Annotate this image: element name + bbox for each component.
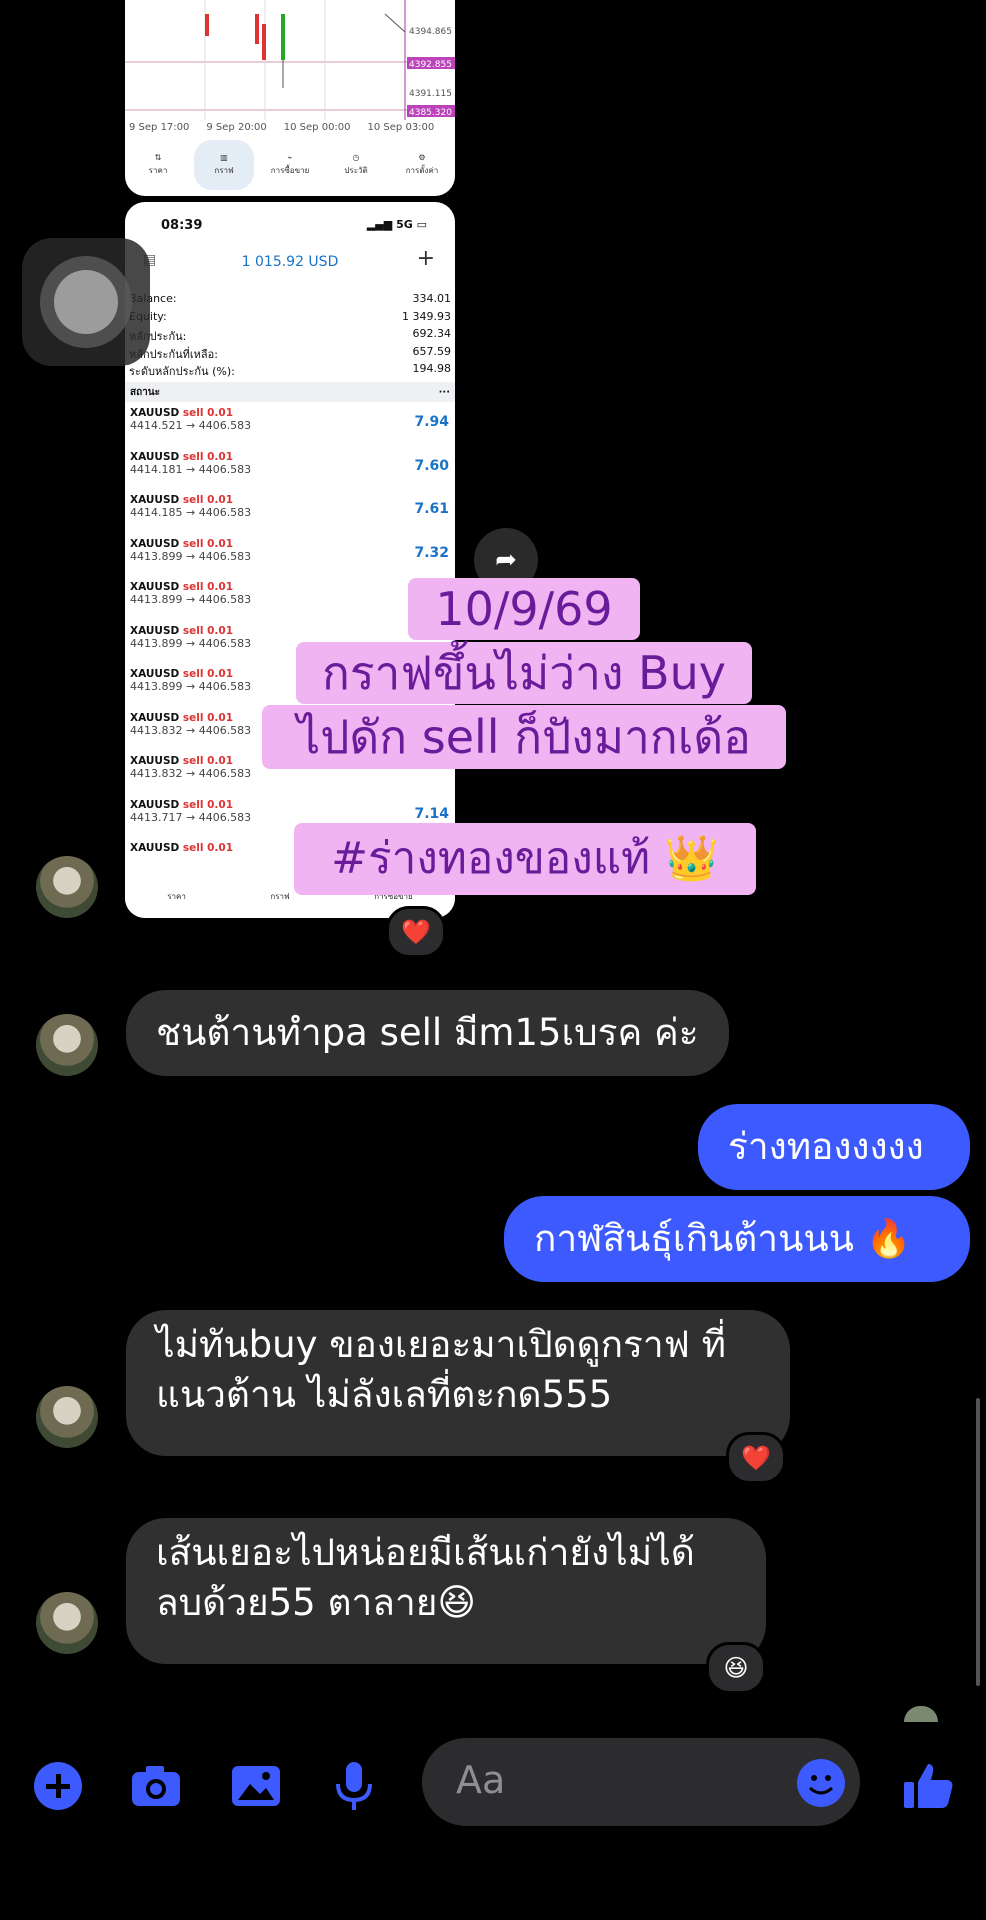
account-row: Equity:1 349.93: [129, 310, 451, 328]
price-label: 4392.855: [409, 60, 452, 70]
account-value: 334.01: [412, 292, 452, 305]
status-time: 08:39: [161, 218, 203, 233]
tab-label: การซื้อขาย: [270, 166, 310, 175]
tab-quotes[interactable]: ⇅ ราคา: [128, 140, 188, 190]
time-label: 10 Sep 00:00: [283, 122, 351, 133]
message-line: ไม่ทันbuy ของเยอะมาเปิดดูกราฟ ที่: [156, 1323, 727, 1366]
message-bubble[interactable]: เส้นเยอะไปหน่อยมีเส้นเก่ายังไม่ได้ ลบด้ว…: [126, 1518, 766, 1664]
account-row: หลักประกันที่เหลือ: 657.59: [129, 345, 451, 363]
message-bubble[interactable]: ร่างทองงงงง: [698, 1104, 970, 1190]
price-label: 4391.115: [409, 89, 452, 99]
network-label: 5G: [396, 218, 413, 231]
thumbs-up-icon[interactable]: [900, 1758, 956, 1814]
account-summary: Balance:334.01 Equity:1 349.93 หลักประกั…: [129, 292, 451, 380]
account-row: Balance: 334.01: [129, 292, 451, 310]
trade-row: XAUUSD sell 0.01 4413.899 → 4406.583 7.32: [130, 537, 449, 563]
mt-tab-bar: ⇅ ราคา ▥ กราฟ ⌁ การซื้อขาย ◷ ประวัติ ⚙ การตั้…: [125, 140, 455, 190]
tab-settings[interactable]: ⚙ การตั้งค่า: [392, 140, 452, 190]
avatar[interactable]: [36, 1386, 98, 1448]
tab-label: ราคา: [148, 166, 168, 175]
account-row: หลักประกัน: 692.34: [129, 327, 451, 345]
avatar[interactable]: [36, 1592, 98, 1654]
arrows-updown-icon: ⇅: [154, 153, 162, 162]
heart-reaction[interactable]: ❤️: [726, 1432, 786, 1484]
positions-label: สถานะ: [130, 386, 160, 398]
gallery-icon[interactable]: [228, 1758, 284, 1814]
trade-screenshot[interactable]: 08:39 ▂▄▆ 5G ▭ ▤ 1 015.92 USD + Balance:…: [125, 202, 455, 918]
clock-icon: ◷: [352, 153, 360, 162]
tab-chart[interactable]: กราฟ: [270, 890, 289, 903]
time-label: 9 Sep 20:00: [206, 122, 267, 133]
gear-icon: ⚙: [418, 153, 426, 162]
candlestick-chart: 4394.865 4392.855 4391.115 4385.320: [125, 0, 455, 120]
time-axis: 9 Sep 17:00 9 Sep 20:00 10 Sep 00:00 10 …: [129, 122, 434, 133]
balance-title: 1 015.92 USD: [241, 254, 339, 270]
message-placeholder: Aa: [456, 1758, 506, 1802]
tab-label: ประวัติ: [344, 166, 368, 175]
tab-trade[interactable]: ⌁ การซื้อขาย: [260, 140, 320, 190]
overlay-hashtag: #ร่างทองของแท้ 👑: [294, 823, 756, 895]
time-label: 10 Sep 03:00: [367, 122, 435, 133]
emoji-icon[interactable]: [796, 1758, 846, 1808]
positions-header: สถานะ ···: [125, 382, 455, 402]
price-label: 4385.320: [409, 108, 452, 118]
signal-icon: ▂▄▆: [366, 218, 397, 231]
trade-row: XAUUSD sell 0.01 4414.521 → 4406.583 7.94: [130, 407, 449, 432]
overlay-line: ไปดัก sell ก็ปังมากเด้อ: [262, 705, 786, 769]
message-bubble[interactable]: กาฬสินธุ์เกินต้านนน 🔥: [504, 1196, 970, 1282]
account-value: 692.34: [412, 327, 452, 340]
overlay-line: กราฟขึ้นไม่ว่าง Buy: [296, 642, 752, 704]
account-row: ระดับหลักประกัน (%): 194.98: [129, 362, 451, 380]
message-bubble[interactable]: ชนต้านทำpa sell มีm15เบรค ค่ะ: [126, 990, 729, 1076]
message-line: ลบด้วย55 ตาลาย😆: [156, 1581, 476, 1624]
message-bubble[interactable]: ไม่ทันbuy ของเยอะมาเปิดดูกราฟ ที่ แนวต้า…: [126, 1310, 790, 1456]
message-line: แนวต้าน ไม่ลังเลที่ตะกด555: [156, 1373, 613, 1416]
time-label: 9 Sep 17:00: [129, 122, 190, 133]
avatar[interactable]: [36, 856, 98, 918]
candles-icon: ▥: [220, 153, 228, 162]
trade-row: XAUUSD sell 0.01 4414.185 → 4406.583 7.61: [130, 494, 449, 519]
tab-quotes[interactable]: ราคา: [167, 890, 186, 903]
chart-screenshot[interactable]: 4394.865 4392.855 4391.115 4385.320 9 Se…: [125, 0, 455, 196]
trade-row: XAUUSD sell 0.01 4414.181 → 4406.583 7.60: [130, 450, 449, 476]
heart-reaction[interactable]: ❤️: [386, 906, 446, 958]
message-line: เส้นเยอะไปหน่อยมีเส้นเก่ายังไม่ได้: [156, 1531, 695, 1574]
overlay-date: 10/9/69: [408, 578, 640, 640]
plus-icon[interactable]: [30, 1758, 86, 1814]
tab-history[interactable]: ◷ ประวัติ: [326, 140, 386, 190]
status-icons: ▂▄▆ 5G ▭: [367, 218, 427, 231]
trade-row: XAUUSD sell 0.01 4413.899 → 4406.583: [130, 581, 252, 606]
account-value: 194.98: [412, 362, 452, 375]
account-value: 657.59: [412, 344, 452, 358]
tab-label: การตั้งค่า: [405, 166, 439, 175]
account-label: ระดับหลักประกัน (%):: [129, 365, 235, 378]
avatar[interactable]: [36, 1014, 98, 1076]
laugh-reaction[interactable]: 😆: [706, 1642, 766, 1694]
scrollbar[interactable]: [976, 1398, 980, 1686]
add-icon: +: [416, 246, 435, 271]
battery-icon: ▭: [416, 218, 427, 231]
more-icon: ···: [438, 386, 450, 398]
microphone-icon[interactable]: [326, 1758, 382, 1814]
tab-chart[interactable]: ▥ กราฟ: [194, 140, 254, 190]
assistive-touch-button[interactable]: [22, 238, 150, 366]
account-value: 1 349.93: [402, 309, 451, 323]
trade-chart-icon: ⌁: [287, 153, 293, 162]
price-label: 4394.865: [409, 27, 452, 37]
tab-label: กราฟ: [214, 166, 234, 175]
camera-icon[interactable]: [128, 1758, 184, 1814]
